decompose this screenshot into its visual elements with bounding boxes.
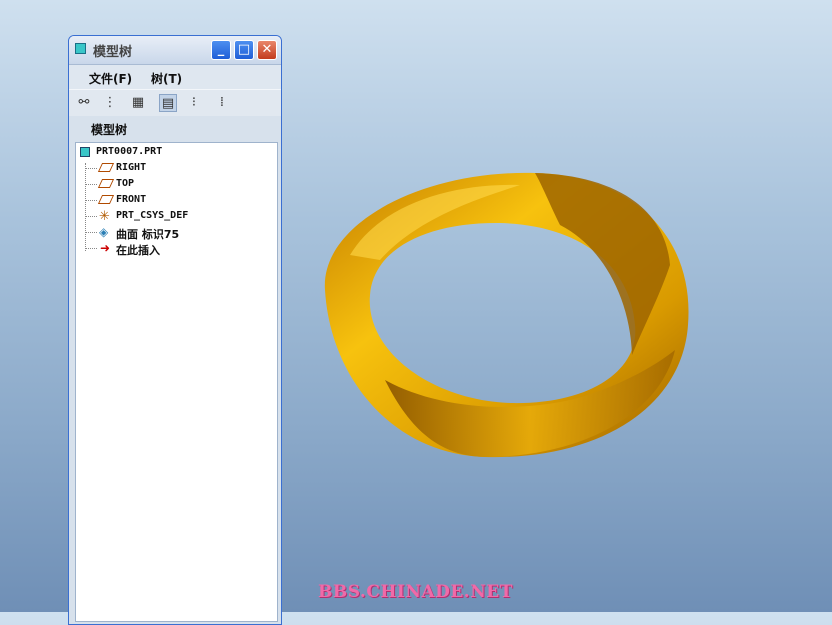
- insert-here-arrow-icon: ➜: [100, 241, 111, 255]
- datum-plane-icon: [97, 163, 115, 172]
- surface-icon: ◈: [99, 225, 109, 239]
- model-tree: PRT0007.PRT RIGHT TOP FRONT ✳ PRT_CSYS_D…: [75, 142, 278, 622]
- tree-connector: [85, 216, 97, 217]
- tree-connector: [85, 200, 97, 201]
- window-title: 模型树: [93, 45, 133, 60]
- menu-tree[interactable]: 树(T): [151, 70, 182, 87]
- show-tree-icon[interactable]: ⁞: [213, 94, 231, 112]
- watermark-text: BBS.CHINADE.NET: [318, 582, 513, 602]
- tree-connector: [85, 184, 97, 185]
- tree-toolbar: ⚯ ⋮ ▦ ▤ ⁝ ⁞: [69, 89, 281, 116]
- menu-bar: 文件(F) 树(T): [69, 65, 281, 89]
- tree-connector: [85, 168, 97, 169]
- maximize-button[interactable]: □: [234, 40, 254, 60]
- panel-label: 模型树: [91, 123, 128, 137]
- datum-plane-icon: [97, 195, 115, 204]
- tree-item-label: RIGHT: [116, 162, 147, 173]
- tree-connector: [85, 163, 86, 251]
- model-tree-window: 模型树 _ □ ✕ 文件(F) 树(T) ⚯ ⋮ ▦ ▤ ⁝ ⁞ 模型树 PRT…: [68, 35, 282, 625]
- tree-settings-icon[interactable]: ▤: [159, 94, 177, 112]
- tree-item-label: PRT_CSYS_DEF: [116, 210, 189, 221]
- tree-connector: [85, 248, 97, 249]
- tree-columns-icon[interactable]: ▦: [129, 94, 147, 112]
- tree-item-label: 在此插入: [116, 244, 160, 257]
- tree-item-label: TOP: [116, 178, 135, 189]
- datum-plane-icon: [97, 179, 115, 188]
- part-icon: [80, 147, 90, 157]
- expand-tree-icon[interactable]: ⁝: [185, 94, 203, 112]
- find-binoculars-icon[interactable]: ⚯: [75, 94, 93, 112]
- tree-connector: [85, 232, 97, 233]
- minimize-button[interactable]: _: [211, 40, 231, 60]
- tree-filter-icon[interactable]: ⋮: [101, 94, 119, 112]
- menu-file[interactable]: 文件(F): [89, 70, 132, 87]
- close-button[interactable]: ✕: [257, 40, 277, 60]
- title-bar[interactable]: 模型树 _ □ ✕: [69, 36, 281, 65]
- tree-root-label: PRT0007.PRT: [96, 146, 163, 157]
- tree-item-label: 曲面 标识75: [116, 228, 180, 241]
- model-tree-app-icon: [75, 43, 86, 54]
- mobius-strip-model[interactable]: [310, 165, 700, 465]
- tree-item-label: FRONT: [116, 194, 147, 205]
- coordinate-system-icon: ✳: [99, 209, 110, 224]
